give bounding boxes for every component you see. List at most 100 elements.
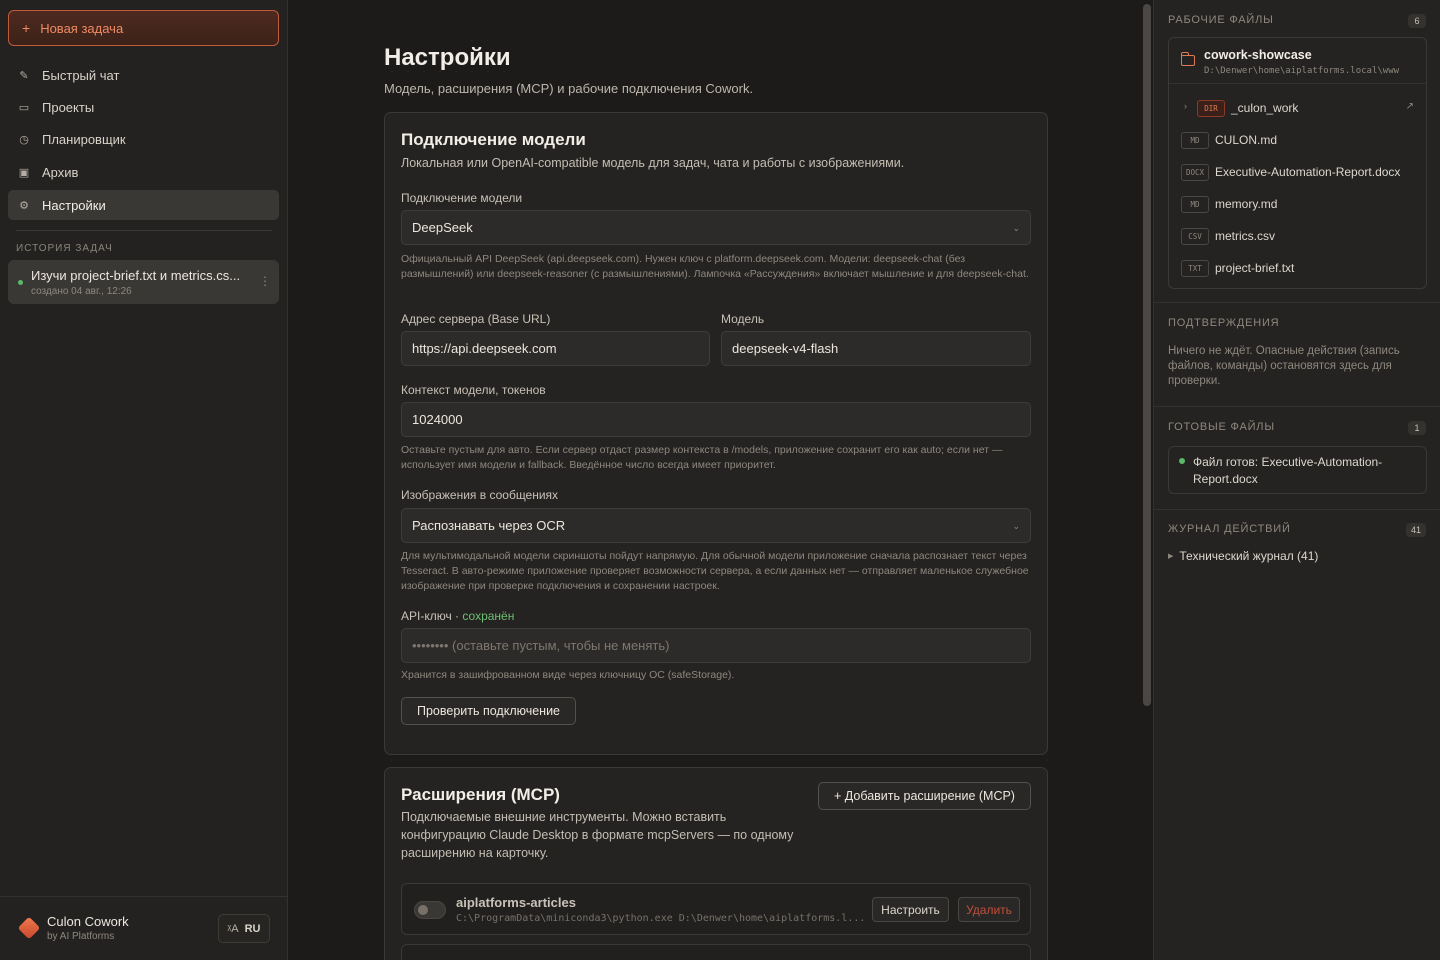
images-label: Изображения в сообщениях [401,488,559,502]
language-button[interactable]: ᵡA RU [218,914,270,943]
nav-item-quick-chat[interactable]: ✎ Быстрый чат [8,60,279,90]
base-url-input[interactable]: https://api.deepseek.com [401,331,710,366]
folder-header[interactable]: cowork-showcase D:\Denwer\home\aiplatfor… [1169,38,1426,84]
images-hint: Для мультимодальной модели скриншоты пой… [401,550,1029,592]
file-type-badge: MD [1181,196,1209,213]
file-type-badge: MD [1181,132,1209,149]
images-value: Распознавать через OCR [412,518,566,533]
nav-item-label: Планировщик [42,131,126,147]
history-title: ИСТОРИЯ ЗАДАЧ [16,243,113,254]
card-description: Подключаемые внешние инструменты. Можно … [401,810,794,860]
divider [1154,509,1440,510]
translate-icon: ᵡA [227,922,239,935]
mcp-command: C:\ProgramData\miniconda3\python.exe D:\… [456,913,866,924]
model-value: deepseek-v4-flash [732,341,839,356]
history-item-title: Изучи project-brief.txt и metrics.cs... [31,268,241,283]
base-url-value: https://api.deepseek.com [412,341,557,356]
mcp-configure-button[interactable]: Настроить [872,897,949,922]
provider-value: DeepSeek [412,220,473,235]
file-type-badge: DIR [1197,100,1225,117]
divider [1154,406,1440,407]
provider-label: Подключение модели [401,191,523,205]
work-files-count: 6 [1408,14,1426,28]
nav-item-archive[interactable]: ▣ Архив [8,157,279,187]
confirmations-title: ПОДТВЕРЖДЕНИЯ [1168,317,1280,329]
app-name: Culon Cowork [47,914,129,929]
images-select[interactable]: Распознавать через OCR ⌄ [401,508,1031,543]
chevron-down-icon: ⌄ [1012,521,1020,531]
status-dot [1179,458,1185,464]
page-subtitle: Модель, расширения (MCP) и рабочие подкл… [384,81,754,96]
api-key-input[interactable]: •••••••• (оставьте пустым, чтобы не меня… [401,628,1031,663]
triangle-right-icon: ▶ [1168,553,1174,560]
folder-icon [1180,52,1195,66]
nav-item-projects[interactable]: ▭ Проекты [8,92,279,122]
file-type-badge: CSV [1181,228,1209,245]
card-title: Расширения (MCP) [401,785,560,804]
ready-file-item[interactable]: Файл готов: Executive-Automation-Report.… [1168,446,1427,494]
ready-files-count: 1 [1408,421,1426,435]
settings-main: Настройки Модель, расширения (MCP) и раб… [288,0,1141,960]
mcp-enable-toggle[interactable] [414,901,446,919]
clock-icon: ◷ [19,133,29,146]
journal-count: 41 [1405,523,1426,537]
file-row[interactable]: › DIR _culon_work ↗ [1169,92,1426,124]
file-row[interactable]: TXT project-brief.txt [1169,252,1426,284]
divider [16,230,272,231]
ready-files-title: ГОТОВЫЕ ФАЙЛЫ [1168,421,1275,433]
context-label: Контекст модели, токенов [401,383,546,397]
api-key-status: сохранён [462,609,515,623]
open-external-icon[interactable]: ↗ [1406,101,1414,112]
model-label: Модель [721,312,765,326]
plus-icon: + [22,20,31,36]
nav-item-label: Настройки [42,197,106,213]
app-logo [17,916,41,940]
history-item[interactable]: Изучи project-brief.txt и metrics.cs... … [8,260,279,304]
more-vertical-icon[interactable]: ⋮ [259,274,271,288]
base-url-label: Адрес сервера (Base URL) [401,312,551,326]
history-item-date: создано 04 авг., 12:26 [31,286,132,297]
provider-hint: Официальный API DeepSeek (api.deepseek.c… [401,253,1029,280]
context-hint: Оставьте пустым для авто. Если сервер от… [401,444,1003,471]
add-mcp-button[interactable]: + Добавить расширение (MCP) [818,782,1031,810]
nav-item-label: Архив [42,164,79,180]
file-row[interactable]: CSV metrics.csv [1169,220,1426,252]
divider [0,896,288,897]
file-name: _culon_work [1231,101,1299,115]
status-dot [18,280,23,285]
nav-item-scheduler[interactable]: ◷ Планировщик [8,124,279,154]
journal-item-label: Технический журнал (41) [1179,549,1319,563]
file-name: Executive-Automation-Report.docx [1215,165,1401,179]
folder-path: D:\Denwer\home\aiplatforms.local\www [1204,66,1400,76]
chevron-right-icon[interactable]: › [1184,101,1187,111]
api-key-hint: Хранится в зашифрованном виде через ключ… [401,669,735,681]
card-title: Подключение модели [401,130,586,149]
file-type-badge: DOCX [1181,164,1209,181]
nav-item-settings[interactable]: ⚙ Настройки [8,190,279,220]
right-panel: РАБОЧИЕ ФАЙЛЫ 6 cowork-showcase D:\Denwe… [1153,0,1440,960]
work-files-box: cowork-showcase D:\Denwer\home\aiplatfor… [1168,37,1427,289]
file-name: CULON.md [1215,133,1278,147]
model-connection-card: Подключение модели Локальная или OpenAI-… [384,112,1048,755]
file-name: metrics.csv [1215,229,1275,243]
provider-select[interactable]: DeepSeek ⌄ [401,210,1031,245]
check-connection-button[interactable]: Проверить подключение [401,697,576,725]
model-input[interactable]: deepseek-v4-flash [721,331,1031,366]
nav-item-label: Проекты [42,99,95,115]
new-task-button[interactable]: + Новая задача [8,10,279,46]
file-row[interactable]: MD CULON.md [1169,124,1426,156]
technical-journal-toggle[interactable]: ▶ Технический журнал (41) [1168,549,1318,563]
card-description: Локальная или OpenAI-compatible модель д… [401,156,905,170]
file-row[interactable]: MD memory.md [1169,188,1426,220]
toggle-knob [418,905,428,915]
context-input[interactable]: 1024000 [401,402,1031,437]
nav-item-label: Быстрый чат [42,67,120,83]
mcp-extensions-card: Расширения (MCP) Подключаемые внешние ин… [384,767,1048,960]
file-name: project-brief.txt [1215,261,1295,275]
ready-file-text: Файл готов: Executive-Automation-Report.… [1193,455,1383,486]
api-key-placeholder: •••••••• (оставьте пустым, чтобы не меня… [412,638,670,653]
scrollbar-thumb[interactable] [1143,4,1151,706]
folder-icon: ▭ [18,101,30,114]
file-row[interactable]: DOCX Executive-Automation-Report.docx [1169,156,1426,188]
mcp-delete-button[interactable]: Удалить [958,897,1020,922]
